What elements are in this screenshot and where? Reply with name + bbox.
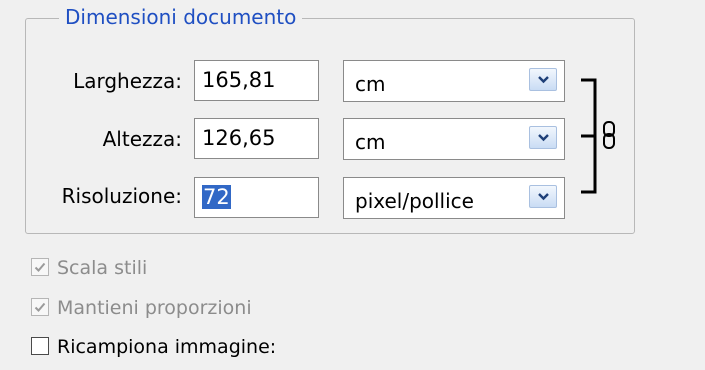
chevron-down-icon [538, 76, 549, 84]
height-unit-value: cm [355, 130, 386, 154]
height-label: Altezza: [102, 127, 182, 151]
checkmark-icon [34, 262, 46, 272]
width-unit-value: cm [355, 72, 386, 96]
height-unit-dropdown-button[interactable] [529, 126, 557, 149]
resolution-value: 72 [202, 185, 231, 209]
height-value: 126,65 [202, 126, 276, 150]
group-title: Dimensioni documento [59, 4, 303, 30]
constrain-bracket [581, 78, 615, 194]
chevron-down-icon [538, 134, 549, 142]
checkmark-icon [34, 302, 46, 312]
height-input[interactable]: 126,65 [194, 118, 319, 159]
width-unit-select[interactable]: cm [343, 60, 565, 102]
constrain-proportions-label: Mantieni proporzioni [57, 297, 252, 319]
resample-image-label: Ricampiona immagine: [57, 336, 277, 358]
resolution-unit-dropdown-button[interactable] [529, 185, 557, 208]
height-unit-select[interactable]: cm [343, 118, 565, 160]
checkbox-box [31, 298, 49, 316]
width-label: Larghezza: [73, 69, 182, 93]
width-unit-dropdown-button[interactable] [529, 68, 557, 91]
checkbox-box [31, 258, 49, 276]
resolution-input[interactable]: 72 [194, 177, 319, 218]
resolution-unit-value: pixel/pollice [355, 189, 474, 213]
resolution-label: Risoluzione: [61, 184, 182, 208]
chevron-down-icon [538, 193, 549, 201]
resolution-unit-select[interactable]: pixel/pollice [343, 177, 565, 219]
scale-styles-label: Scala stili [57, 257, 148, 279]
width-value: 165,81 [202, 68, 276, 92]
chain-link-icon [603, 121, 615, 149]
checkbox-box [31, 337, 49, 355]
width-input[interactable]: 165,81 [194, 60, 319, 101]
